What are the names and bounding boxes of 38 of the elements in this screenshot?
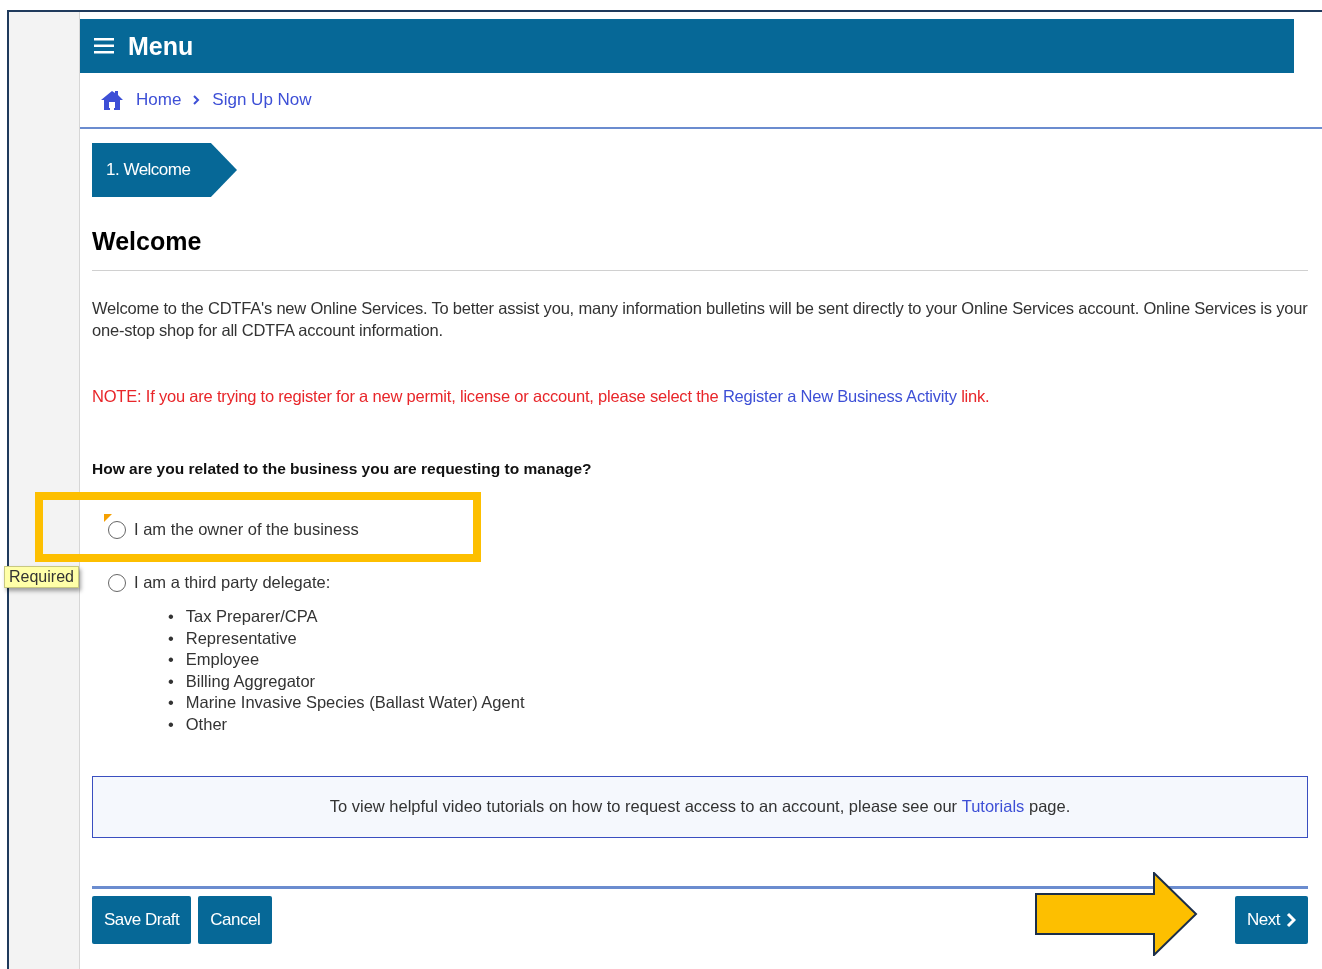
page-title: Welcome — [92, 227, 1308, 271]
next-button[interactable]: Next — [1235, 895, 1308, 944]
intro-text: Welcome to the CDTFA's new Online Services. To better assist you, many information bulletins will be sent directly to your Online Services account. Online Services is your one-stop shop for all CDTFA account information. — [92, 298, 1308, 341]
required-tooltip: Required — [4, 566, 79, 588]
form-button[interactable]: Save Draft — [92, 895, 192, 944]
bullet: • — [168, 692, 174, 714]
list-item: Billing Aggregator — [185, 670, 316, 692]
tutorials-link[interactable]: Tutorials — [961, 797, 1025, 817]
home-icon[interactable] — [100, 89, 124, 111]
radio-button[interactable] — [108, 520, 126, 539]
form-button[interactable]: Cancel — [198, 895, 273, 944]
bullet: • — [168, 670, 174, 692]
arrow-icon — [1035, 872, 1199, 956]
bullet: • — [168, 627, 174, 649]
option-label[interactable]: I am the owner of the business — [134, 520, 359, 539]
list-item: Marine Invasive Species (Ballast Water) Agent — [185, 692, 525, 714]
list-item: Representative — [185, 627, 297, 649]
note-link-word: link. — [961, 387, 990, 405]
chevron-right-icon — [1286, 911, 1296, 928]
breadcrumb-link[interactable]: Sign Up Now — [212, 90, 312, 110]
step-tab[interactable]: 1. Welcome — [92, 143, 237, 197]
list-item: Other — [185, 713, 228, 735]
breadcrumb-link[interactable]: Home — [136, 90, 182, 110]
note-text: NOTE: If you are trying to register for a new permit, license or account, please select the — [92, 387, 719, 405]
register-link[interactable]: Register a New Business Activity — [722, 387, 957, 405]
option-label[interactable]: I am a third party delegate: — [134, 573, 331, 592]
menu-icon[interactable] — [94, 38, 114, 54]
bullet: • — [168, 649, 174, 671]
info-text-end: page. — [1027, 797, 1071, 817]
question-text: How are you related to the business you are requesting to manage? — [92, 460, 593, 478]
bullet: • — [168, 713, 174, 735]
info-text: To view helpful video tutorials on how to request access to an account, please see our — [329, 797, 959, 817]
bullet: • — [168, 606, 174, 627]
radio-button[interactable] — [108, 573, 126, 592]
list-item: Tax Preparer/CPA — [185, 606, 318, 627]
menu-label[interactable]: Menu — [128, 31, 194, 61]
list-item: Employee — [185, 649, 260, 671]
chevron-icon — [193, 95, 201, 105]
